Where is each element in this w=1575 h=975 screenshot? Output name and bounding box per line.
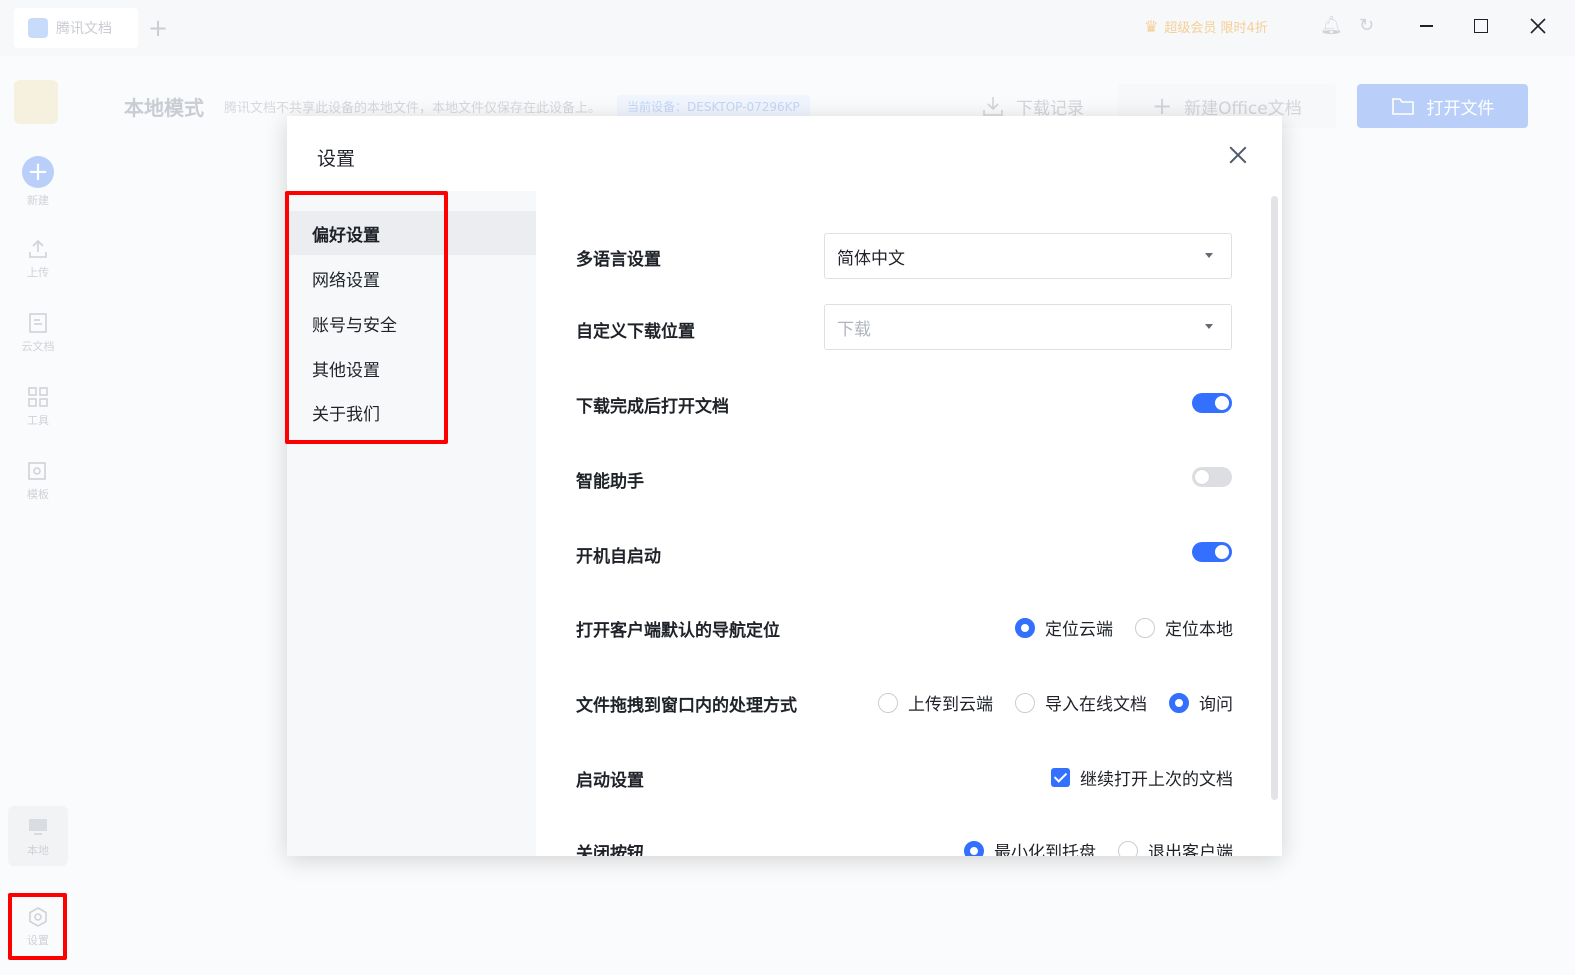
nav-position-radio-group: 定位云端 定位本地 (1015, 615, 1233, 640)
grid-icon (28, 387, 48, 407)
checkbox-label: 继续打开上次的文档 (1080, 770, 1233, 790)
sidebar-item-tools[interactable]: 工具 (0, 386, 76, 428)
document-icon (29, 313, 47, 333)
open-file-label: 打开文件 (1426, 98, 1495, 119)
radio-unchecked-icon (878, 692, 898, 713)
radio-unchecked-icon (1135, 617, 1155, 638)
app-tab-label: 腾讯文档 (56, 21, 112, 37)
close-icon[interactable] (1225, 142, 1251, 168)
tencent-docs-logo-icon (28, 18, 48, 38)
startup-label: 启动设置 (576, 771, 644, 791)
download-location-select[interactable]: 下载 (824, 304, 1232, 350)
crown-icon: ♛ (1144, 17, 1159, 36)
sidebar-item-local[interactable]: 本地 (0, 816, 76, 858)
page-description: 腾讯文档不共享此设备的本地文件，本地文件仅保存在此设备上。 (224, 101, 602, 116)
language-select[interactable]: 简体中文 (824, 233, 1232, 279)
sidebar-item-label: 上传 (27, 266, 49, 279)
sidebar-item-templates[interactable]: 模板 (0, 460, 76, 502)
sidebar-item-label: 本地 (27, 844, 49, 857)
sidebar-item-upload[interactable]: 上传 (0, 238, 76, 280)
maximize-button[interactable] (1469, 14, 1493, 38)
download-icon (983, 97, 1003, 116)
language-value: 简体中文 (837, 248, 905, 269)
radio-label: 上传到云端 (908, 695, 993, 715)
radio-unchecked-icon (1015, 692, 1035, 713)
open-file-button[interactable]: 打开文件 (1357, 84, 1528, 128)
add-tab-icon[interactable]: + (148, 14, 168, 42)
new-office-label: 新建Office文档 (1184, 98, 1302, 119)
upload-icon (29, 239, 47, 258)
open-after-download-toggle[interactable] (1192, 393, 1232, 413)
window-close-icon[interactable] (1526, 14, 1550, 38)
nav-position-cloud-radio[interactable]: 定位云端 (1015, 615, 1113, 640)
close-button-label: 关闭按钮 (576, 844, 644, 856)
nav-position-label: 打开客户端默认的导航定位 (576, 621, 780, 641)
smart-assistant-toggle[interactable] (1192, 467, 1232, 487)
drag-handling-radio-group: 上传到云端 导入在线文档 询问 (878, 690, 1233, 715)
sidebar-item-label: 工具 (27, 414, 49, 427)
drag-handling-label: 文件拖拽到窗口内的处理方式 (576, 696, 797, 716)
radio-label: 导入在线文档 (1045, 695, 1147, 715)
sidebar-item-label: 新建 (27, 194, 49, 207)
close-minimize-tray-radio[interactable]: 最小化到托盘 (964, 838, 1096, 856)
avatar[interactable] (14, 80, 58, 124)
app-tab[interactable]: 腾讯文档 (14, 8, 138, 48)
template-icon (28, 462, 46, 480)
smart-assistant-label: 智能助手 (576, 472, 644, 492)
language-label: 多语言设置 (576, 250, 661, 270)
vip-promo-text: 超级会员 限时4折 (1164, 21, 1268, 36)
toggle-knob (1195, 470, 1209, 484)
open-after-download-label: 下载完成后打开文档 (576, 397, 729, 417)
radio-label: 定位本地 (1165, 620, 1233, 640)
radio-checked-icon (1015, 617, 1035, 638)
chevron-down-icon (1205, 253, 1213, 258)
toggle-knob (1215, 545, 1229, 559)
drag-ask-radio[interactable]: 询问 (1169, 690, 1233, 715)
settings-content: 多语言设置 简体中文 自定义下载位置 下载 下载完成后打开文档 智能助手 开机自… (536, 191, 1282, 856)
sidebar-item-label: 模板 (27, 488, 49, 501)
page-title: 本地模式 (124, 96, 204, 120)
autostart-toggle[interactable] (1192, 542, 1232, 562)
minimize-button[interactable] (1414, 14, 1438, 38)
close-exit-client-radio[interactable]: 退出客户端 (1118, 838, 1233, 856)
continue-last-doc-checkbox[interactable]: 继续打开上次的文档 (1051, 765, 1233, 790)
highlight-box-settings-nav (285, 191, 448, 444)
folder-icon (1391, 98, 1414, 115)
highlight-box-settings-sidebar (8, 893, 67, 960)
dialog-title: 设置 (317, 148, 356, 170)
radio-label: 询问 (1199, 695, 1233, 715)
autostart-label: 开机自启动 (576, 547, 661, 567)
sync-icon[interactable]: ↻ (1359, 15, 1374, 36)
radio-label: 退出客户端 (1148, 843, 1233, 856)
checkbox-checked-icon (1051, 768, 1070, 787)
chevron-down-icon (1205, 324, 1213, 329)
close-button-radio-group: 最小化到托盘 退出客户端 (964, 838, 1233, 856)
drag-import-online-radio[interactable]: 导入在线文档 (1015, 690, 1147, 715)
monitor-icon (29, 819, 47, 835)
radio-label: 定位云端 (1045, 620, 1113, 640)
sidebar-item-label: 云文档 (21, 340, 55, 353)
sidebar-item-new[interactable]: + 新建 (0, 156, 76, 208)
radio-checked-icon (1169, 692, 1189, 713)
nav-position-local-radio[interactable]: 定位本地 (1135, 615, 1233, 640)
title-bar: 腾讯文档 + ♛ 超级会员 限时4折 🔔︎ ↻ (0, 0, 1575, 56)
plus-circle-icon: + (22, 156, 54, 188)
sidebar-item-cloud-docs[interactable]: 云文档 (0, 312, 76, 354)
download-location-placeholder: 下载 (837, 319, 871, 340)
radio-label: 最小化到托盘 (994, 843, 1096, 856)
radio-checked-icon (964, 840, 984, 856)
settings-scrollbar[interactable] (1271, 196, 1278, 800)
radio-unchecked-icon (1118, 840, 1138, 856)
left-sidebar: + 新建 上传 云文档 工具 模板 本地 设置 (0, 56, 76, 975)
vip-promo[interactable]: ♛ 超级会员 限时4折 (1144, 17, 1268, 36)
download-record-label: 下载记录 (1016, 98, 1084, 119)
toggle-knob (1215, 396, 1229, 410)
device-badge: 当前设备：DESKTOP-07296KP (617, 95, 810, 118)
drag-upload-cloud-radio[interactable]: 上传到云端 (878, 690, 993, 715)
bell-icon[interactable]: 🔔︎ (1320, 15, 1343, 36)
download-location-label: 自定义下载位置 (576, 322, 695, 342)
